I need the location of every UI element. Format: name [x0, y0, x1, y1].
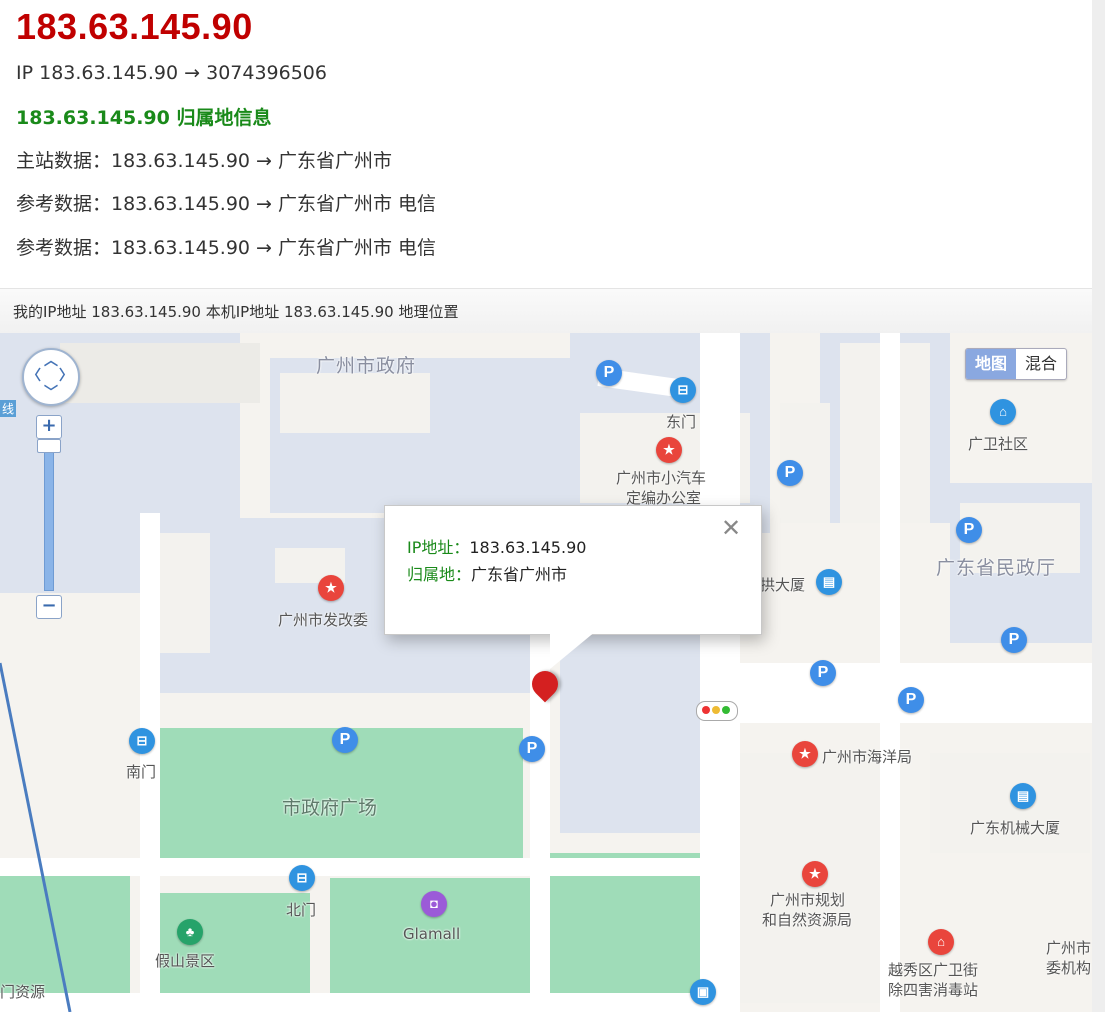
map-label: 广州市: [1046, 939, 1092, 957]
chevron-left-icon[interactable]: 〈: [27, 365, 41, 385]
map-label: 南门: [126, 763, 157, 781]
map-label: 除四害消毒站: [888, 981, 979, 999]
reference-data-line: 参考数据：183.63.145.90 → 广东省广州市 电信: [16, 237, 437, 259]
map-label: 和自然资源局: [762, 911, 853, 929]
chevron-up-icon[interactable]: ︿: [44, 350, 58, 370]
government-icon[interactable]: ★: [318, 575, 344, 601]
map-title-bar: 我的IP地址 183.63.145.90 本机IP地址 183.63.145.9…: [0, 288, 1092, 334]
map-label: 广州市海洋局: [822, 748, 913, 766]
map-title-text: 我的IP地址 183.63.145.90 本机IP地址 183.63.145.9…: [13, 303, 459, 321]
map-label: 广州市小汽车: [616, 469, 707, 487]
bus-stop-icon[interactable]: ⊟: [129, 728, 155, 754]
government-icon[interactable]: ★: [656, 437, 682, 463]
location-heading: 183.63.145.90 归属地信息: [16, 107, 272, 129]
bus-station-icon[interactable]: ▣: [690, 979, 716, 1005]
parking-icon[interactable]: P: [519, 736, 545, 762]
community-icon[interactable]: ⌂: [990, 399, 1016, 425]
map-label: 假山景区: [155, 952, 216, 970]
government-icon[interactable]: ★: [792, 741, 818, 767]
map-label: 线: [0, 400, 17, 417]
parking-icon[interactable]: P: [777, 460, 803, 486]
popup-ip-key: IP地址：: [407, 538, 470, 557]
building-icon[interactable]: ▤: [816, 569, 842, 595]
parking-icon[interactable]: P: [596, 360, 622, 386]
zoom-in-button[interactable]: +: [36, 415, 62, 439]
ip-info-panel: 183.63.145.90 IP 183.63.145.90 → 3074396…: [0, 0, 1092, 285]
bus-stop-icon[interactable]: ⊟: [670, 377, 696, 403]
chevron-down-icon[interactable]: ﹀: [44, 382, 58, 402]
shopping-icon[interactable]: ◘: [421, 891, 447, 917]
parking-icon[interactable]: P: [898, 687, 924, 713]
parking-icon[interactable]: P: [332, 727, 358, 753]
scenic-icon[interactable]: ♣: [177, 919, 203, 945]
map-label: 越秀区广卫街: [888, 961, 979, 979]
bus-stop-icon[interactable]: ⊟: [289, 865, 315, 891]
map-type-hybrid-button[interactable]: 混合: [1016, 349, 1066, 379]
map-label: 广东省民政厅: [936, 557, 1057, 579]
map-label: 北门: [286, 901, 317, 919]
health-icon[interactable]: ⌂: [928, 929, 954, 955]
map-view[interactable]: 广州市政府 东门 广州市小汽车 定编办公室 广卫社区 广东省民政厅 拱大厦 广州…: [0, 333, 1092, 1012]
map-type-switch: 地图 混合: [965, 348, 1068, 380]
map-label: 广州市规划: [770, 891, 846, 909]
chevron-right-icon[interactable]: 〉: [59, 365, 73, 385]
map-label: 门资源: [0, 983, 46, 1001]
government-icon[interactable]: ★: [802, 861, 828, 887]
parking-icon[interactable]: P: [956, 517, 982, 543]
map-label: 拱大厦: [760, 576, 806, 594]
close-icon[interactable]: ✕: [721, 514, 741, 542]
map-label: 委机构: [1046, 959, 1092, 977]
traffic-light-icon: [696, 701, 738, 721]
parking-icon[interactable]: P: [810, 660, 836, 686]
pan-control[interactable]: ︿ ﹀ 〈 〉: [22, 348, 80, 406]
zoom-out-button[interactable]: −: [36, 595, 62, 619]
popup-location-row: 归属地：广东省广州市: [407, 561, 567, 585]
zoom-slider[interactable]: [44, 441, 54, 591]
popup-location-key: 归属地：: [407, 565, 472, 584]
popup-ip-row: IP地址：183.63.145.90: [407, 534, 586, 558]
info-window: ✕ IP地址：183.63.145.90 归属地：广东省广州市: [384, 505, 762, 635]
map-label: 市政府广场: [282, 797, 378, 819]
building-icon[interactable]: ▤: [1010, 783, 1036, 809]
parking-icon[interactable]: P: [1001, 627, 1027, 653]
main-data-line: 主站数据：183.63.145.90 → 广东省广州市: [16, 150, 393, 172]
map-label: Glamall: [403, 925, 461, 943]
ip-numeric-line: IP 183.63.145.90 → 3074396506: [16, 62, 327, 84]
reference-data-line: 参考数据：183.63.145.90 → 广东省广州市 电信: [16, 193, 437, 215]
map-label: 广州市发改委: [278, 611, 369, 629]
popup-location-value: 广东省广州市: [471, 565, 568, 584]
map-label: 广东机械大厦: [970, 819, 1061, 837]
zoom-slider-handle[interactable]: [37, 439, 61, 453]
map-label: 广州市政府: [316, 355, 417, 377]
map-type-map-button[interactable]: 地图: [966, 349, 1017, 379]
popup-ip-value: 183.63.145.90: [469, 538, 587, 557]
map-label: 广卫社区: [968, 435, 1029, 453]
page-edge: [1092, 0, 1105, 1012]
info-window-pointer: [550, 631, 596, 669]
map-label: 东门: [666, 413, 697, 431]
ip-title: 183.63.145.90: [16, 6, 253, 47]
